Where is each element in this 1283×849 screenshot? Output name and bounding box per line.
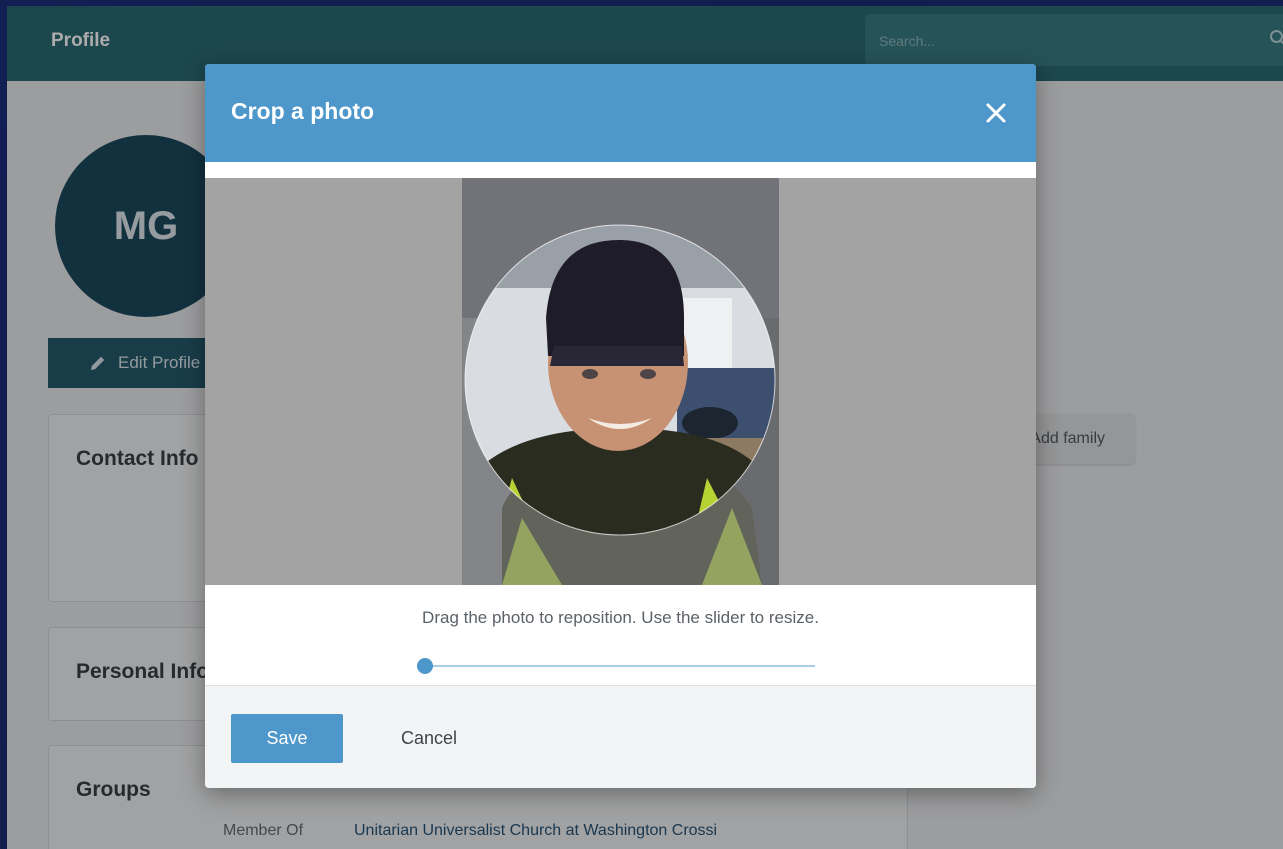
crop-area[interactable] [205,178,1036,585]
zoom-slider[interactable] [416,654,815,678]
dialog-header: Crop a photo [205,64,1036,162]
slider-thumb[interactable] [416,658,433,674]
save-button[interactable]: Save [231,714,343,763]
close-button[interactable] [980,97,1012,129]
dialog-footer: Save Cancel [205,685,1036,788]
slider-track[interactable] [417,665,815,667]
crop-photo-dialog: Crop a photo Drag the photo to repositio… [205,64,1036,788]
dialog-title: Crop a photo [231,98,375,124]
cancel-button[interactable]: Cancel [395,714,463,763]
profile-photo[interactable] [462,178,779,585]
crop-hint: Drag the photo to reposition. Use the sl… [422,608,819,627]
close-icon [986,103,1006,123]
